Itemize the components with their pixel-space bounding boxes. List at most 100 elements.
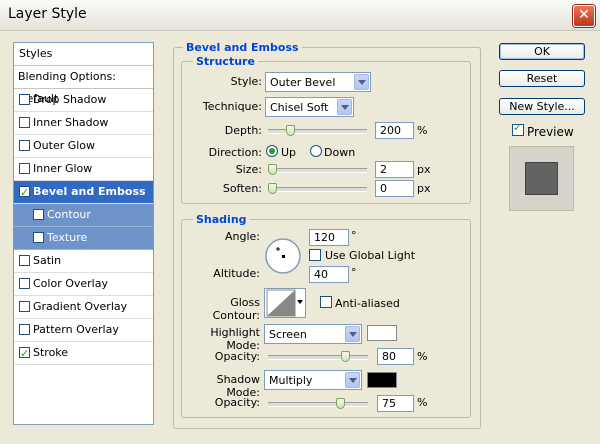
- technique-label: Technique:: [202, 100, 262, 113]
- soften-slider[interactable]: [268, 183, 367, 194]
- style-select[interactable]: Outer Bevel: [265, 72, 371, 92]
- styles-header[interactable]: Styles: [14, 43, 153, 66]
- antialiased-checkbox[interactable]: [320, 296, 332, 308]
- bevel-emboss-title: Bevel and Emboss: [183, 41, 302, 54]
- style-checkbox[interactable]: [19, 182, 30, 204]
- structure-title: Structure: [193, 55, 258, 68]
- highlight-opacity-label: Opacity:: [214, 350, 260, 363]
- highlight-color-swatch[interactable]: [367, 325, 397, 341]
- highlight-opacity-input[interactable]: 80: [377, 348, 414, 365]
- layer-style-dialog: Layer Style ✕ Styles Blending Options: D…: [0, 0, 600, 444]
- close-icon[interactable]: ✕: [573, 5, 595, 27]
- chevron-down-icon: [337, 99, 352, 115]
- style-value: Outer Bevel: [270, 76, 336, 89]
- global-light-label: Use Global Light: [325, 249, 416, 262]
- shadow-opacity-slider[interactable]: [268, 398, 368, 409]
- style-checkbox[interactable]: [33, 209, 44, 220]
- style-item-gradient-overlay[interactable]: Gradient Overlay: [14, 296, 153, 319]
- ok-button[interactable]: OK: [499, 43, 585, 60]
- preview-checkbox[interactable]: [512, 121, 524, 136]
- style-item-contour[interactable]: Contour: [14, 204, 153, 227]
- size-unit: px: [417, 163, 431, 176]
- shadow-opacity-thumb[interactable]: [336, 398, 345, 409]
- title-bar: Layer Style ✕: [0, 0, 600, 31]
- depth-input[interactable]: 200: [375, 122, 414, 139]
- style-item-satin[interactable]: Satin: [14, 250, 153, 273]
- soften-unit: px: [417, 182, 431, 195]
- style-checkbox[interactable]: [19, 278, 30, 289]
- style-item-label: Inner Shadow: [33, 116, 109, 129]
- altitude-label: Altitude:: [213, 267, 260, 280]
- shadow-color-swatch[interactable]: [367, 372, 397, 388]
- style-checkbox[interactable]: [19, 255, 30, 266]
- depth-unit: %: [417, 124, 428, 137]
- style-item-drop-shadow[interactable]: Drop Shadow: [14, 89, 153, 112]
- style-item-bevel-and-emboss[interactable]: Bevel and Emboss: [14, 181, 153, 204]
- gloss-contour-picker[interactable]: [264, 288, 306, 318]
- shadow-opacity-unit: %: [417, 396, 428, 409]
- style-checkbox[interactable]: [33, 232, 44, 243]
- highlight-mode-label: Highlight Mode:: [210, 326, 260, 352]
- technique-select[interactable]: Chisel Soft: [265, 97, 354, 117]
- style-item-label: Outer Glow: [33, 139, 96, 152]
- highlight-mode-select[interactable]: Screen: [264, 324, 362, 344]
- shading-title: Shading: [193, 213, 250, 226]
- style-item-inner-shadow[interactable]: Inner Shadow: [14, 112, 153, 135]
- style-checkbox[interactable]: [19, 94, 30, 105]
- style-checkbox[interactable]: [19, 163, 30, 174]
- highlight-opacity-slider[interactable]: [268, 351, 368, 362]
- angle-input[interactable]: 120: [309, 229, 349, 246]
- style-item-label: Stroke: [33, 346, 69, 359]
- altitude-input[interactable]: 40: [309, 266, 349, 283]
- angle-dial[interactable]: [264, 237, 302, 275]
- contour-icon: [266, 289, 296, 317]
- shadow-opacity-label: Opacity:: [214, 396, 260, 409]
- global-light-checkbox[interactable]: [309, 249, 321, 261]
- technique-value: Chisel Soft: [270, 101, 329, 114]
- direction-down-radio[interactable]: [310, 145, 322, 157]
- highlight-opacity-thumb[interactable]: [341, 351, 350, 362]
- style-checkbox[interactable]: [19, 140, 30, 151]
- shadow-mode-value: Multiply: [269, 374, 313, 387]
- style-item-outer-glow[interactable]: Outer Glow: [14, 135, 153, 158]
- window-title: Layer Style: [8, 6, 87, 22]
- depth-label: Depth:: [224, 124, 262, 137]
- style-item-label: Texture: [47, 231, 88, 244]
- style-checkbox[interactable]: [19, 301, 30, 312]
- style-checkbox[interactable]: [19, 343, 30, 365]
- size-slider-thumb[interactable]: [268, 164, 277, 175]
- size-slider[interactable]: [268, 164, 367, 175]
- style-item-label: Pattern Overlay: [33, 323, 119, 336]
- style-item-label: Gradient Overlay: [33, 300, 128, 313]
- style-item-label: Color Overlay: [33, 277, 108, 290]
- shadow-mode-select[interactable]: Multiply: [264, 370, 362, 390]
- highlight-opacity-unit: %: [417, 350, 428, 363]
- soften-slider-thumb[interactable]: [268, 183, 277, 194]
- style-label: Style:: [230, 75, 262, 88]
- style-item-inner-glow[interactable]: Inner Glow: [14, 158, 153, 181]
- depth-slider-thumb[interactable]: [286, 125, 295, 136]
- style-item-label: Contour: [47, 208, 91, 221]
- style-item-stroke[interactable]: Stroke: [14, 342, 153, 365]
- shadow-opacity-input[interactable]: 75: [377, 395, 414, 412]
- style-item-texture[interactable]: Texture: [14, 227, 153, 250]
- style-item-color-overlay[interactable]: Color Overlay: [14, 273, 153, 296]
- angle-label: Angle:: [224, 230, 260, 243]
- style-checkbox[interactable]: [19, 324, 30, 335]
- new-style-button[interactable]: New Style...: [499, 98, 585, 115]
- style-item-label: Satin: [33, 254, 62, 267]
- soften-label: Soften:: [222, 182, 262, 195]
- highlight-mode-value: Screen: [269, 328, 307, 341]
- depth-slider[interactable]: [268, 125, 367, 136]
- chevron-down-icon: [345, 372, 360, 388]
- reset-button[interactable]: Reset: [499, 70, 585, 87]
- style-item-pattern-overlay[interactable]: Pattern Overlay: [14, 319, 153, 342]
- direction-up-radio[interactable]: [266, 145, 278, 157]
- style-checkbox[interactable]: [19, 117, 30, 128]
- preview-thumbnail: [509, 146, 574, 211]
- antialiased-label: Anti-aliased: [335, 297, 400, 310]
- soften-input[interactable]: 0: [375, 180, 414, 197]
- blending-options-item[interactable]: Blending Options: Default: [14, 66, 153, 105]
- angle-unit: °: [351, 229, 357, 242]
- size-input[interactable]: 2: [375, 161, 414, 178]
